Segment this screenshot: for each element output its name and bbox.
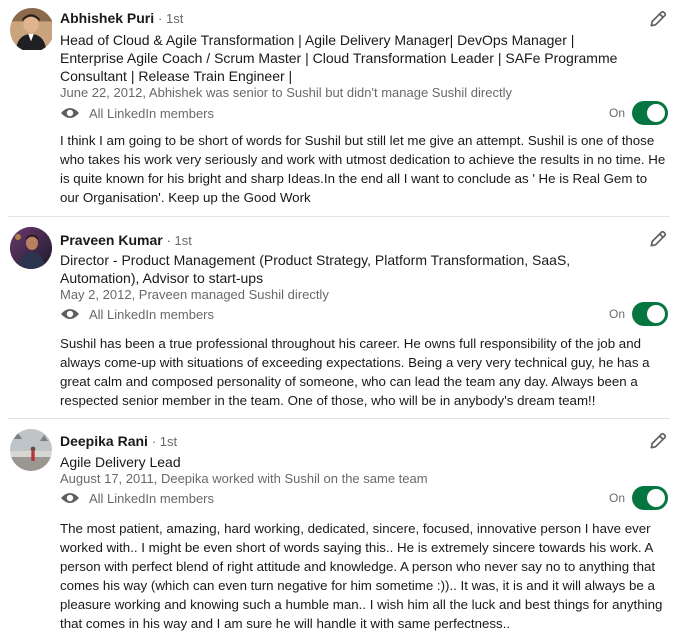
visibility-label: All LinkedIn members: [89, 306, 214, 322]
author-headline: Director - Product Management (Product S…: [60, 252, 571, 286]
connection-degree: · 1st: [158, 11, 184, 26]
relationship-meta: May 2, 2012, Praveen managed Sushil dire…: [60, 287, 329, 302]
author-headline: Agile Delivery Lead: [60, 454, 181, 470]
toggle-switch[interactable]: [632, 486, 668, 510]
connection-degree: · 1st: [166, 233, 192, 248]
pencil-icon: [650, 10, 667, 27]
edit-button[interactable]: [648, 9, 668, 29]
visibility-toggle[interactable]: On: [609, 101, 668, 125]
recommendation-text: I think I am going to be short of words …: [60, 133, 666, 205]
visibility-label: All LinkedIn members: [89, 105, 214, 121]
visibility-toggle[interactable]: On: [609, 486, 668, 510]
pencil-icon: [650, 432, 667, 449]
author-line: Abhishek Puri · 1st: [60, 10, 183, 26]
recommendation-card: Praveen Kumar · 1st Director - Product M…: [0, 217, 678, 418]
avatar-photo: [10, 8, 52, 50]
edit-button[interactable]: [648, 229, 668, 249]
toggle-state-label: On: [608, 106, 625, 120]
visibility-setting[interactable]: All LinkedIn members: [60, 304, 214, 324]
toggle-state-label: On: [608, 491, 625, 505]
connection-degree: · 1st: [151, 434, 178, 449]
toggle-switch[interactable]: [632, 101, 668, 125]
recommendation-text: Sushil has been a true professional thro…: [60, 336, 650, 408]
toggle-switch[interactable]: [632, 302, 668, 326]
eye-icon: [61, 108, 79, 118]
avatar-photo: [10, 429, 52, 471]
avatar[interactable]: [10, 227, 52, 269]
pencil-icon: [650, 230, 667, 247]
eye-icon: [61, 309, 79, 319]
author-name[interactable]: Praveen Kumar: [60, 232, 163, 248]
avatar[interactable]: [10, 8, 54, 52]
toggle-knob: [647, 305, 665, 323]
relationship-meta: June 22, 2012, Abhishek was senior to Su…: [60, 85, 512, 100]
author-name[interactable]: Abhishek Puri: [60, 10, 154, 26]
author-line: Deepika Rani · 1st: [60, 433, 177, 449]
recommendation-card: Deepika Rani · 1st Agile Delivery Lead A…: [0, 419, 678, 636]
relationship-meta: August 17, 2011, Deepika worked with Sus…: [60, 471, 428, 486]
visibility-toggle[interactable]: On: [609, 302, 668, 326]
toggle-state-label: On: [608, 307, 625, 321]
avatar[interactable]: [10, 429, 52, 471]
visibility-setting[interactable]: All LinkedIn members: [60, 103, 214, 123]
recommendation-text: The most patient, amazing, hard working,…: [60, 521, 663, 631]
visibility-setting[interactable]: All LinkedIn members: [60, 488, 214, 508]
toggle-knob: [647, 104, 665, 122]
visibility-label: All LinkedIn members: [89, 490, 214, 506]
author-headline: Head of Cloud & Agile Transformation | A…: [60, 32, 618, 84]
recommendation-card: Abhishek Puri · 1st Head of Cloud & Agil…: [0, 0, 678, 216]
eye-icon: [61, 493, 79, 503]
toggle-knob: [647, 489, 665, 507]
avatar-photo: [10, 227, 52, 269]
edit-button[interactable]: [648, 431, 668, 451]
author-line: Praveen Kumar · 1st: [60, 232, 192, 248]
author-name[interactable]: Deepika Rani: [60, 433, 148, 449]
